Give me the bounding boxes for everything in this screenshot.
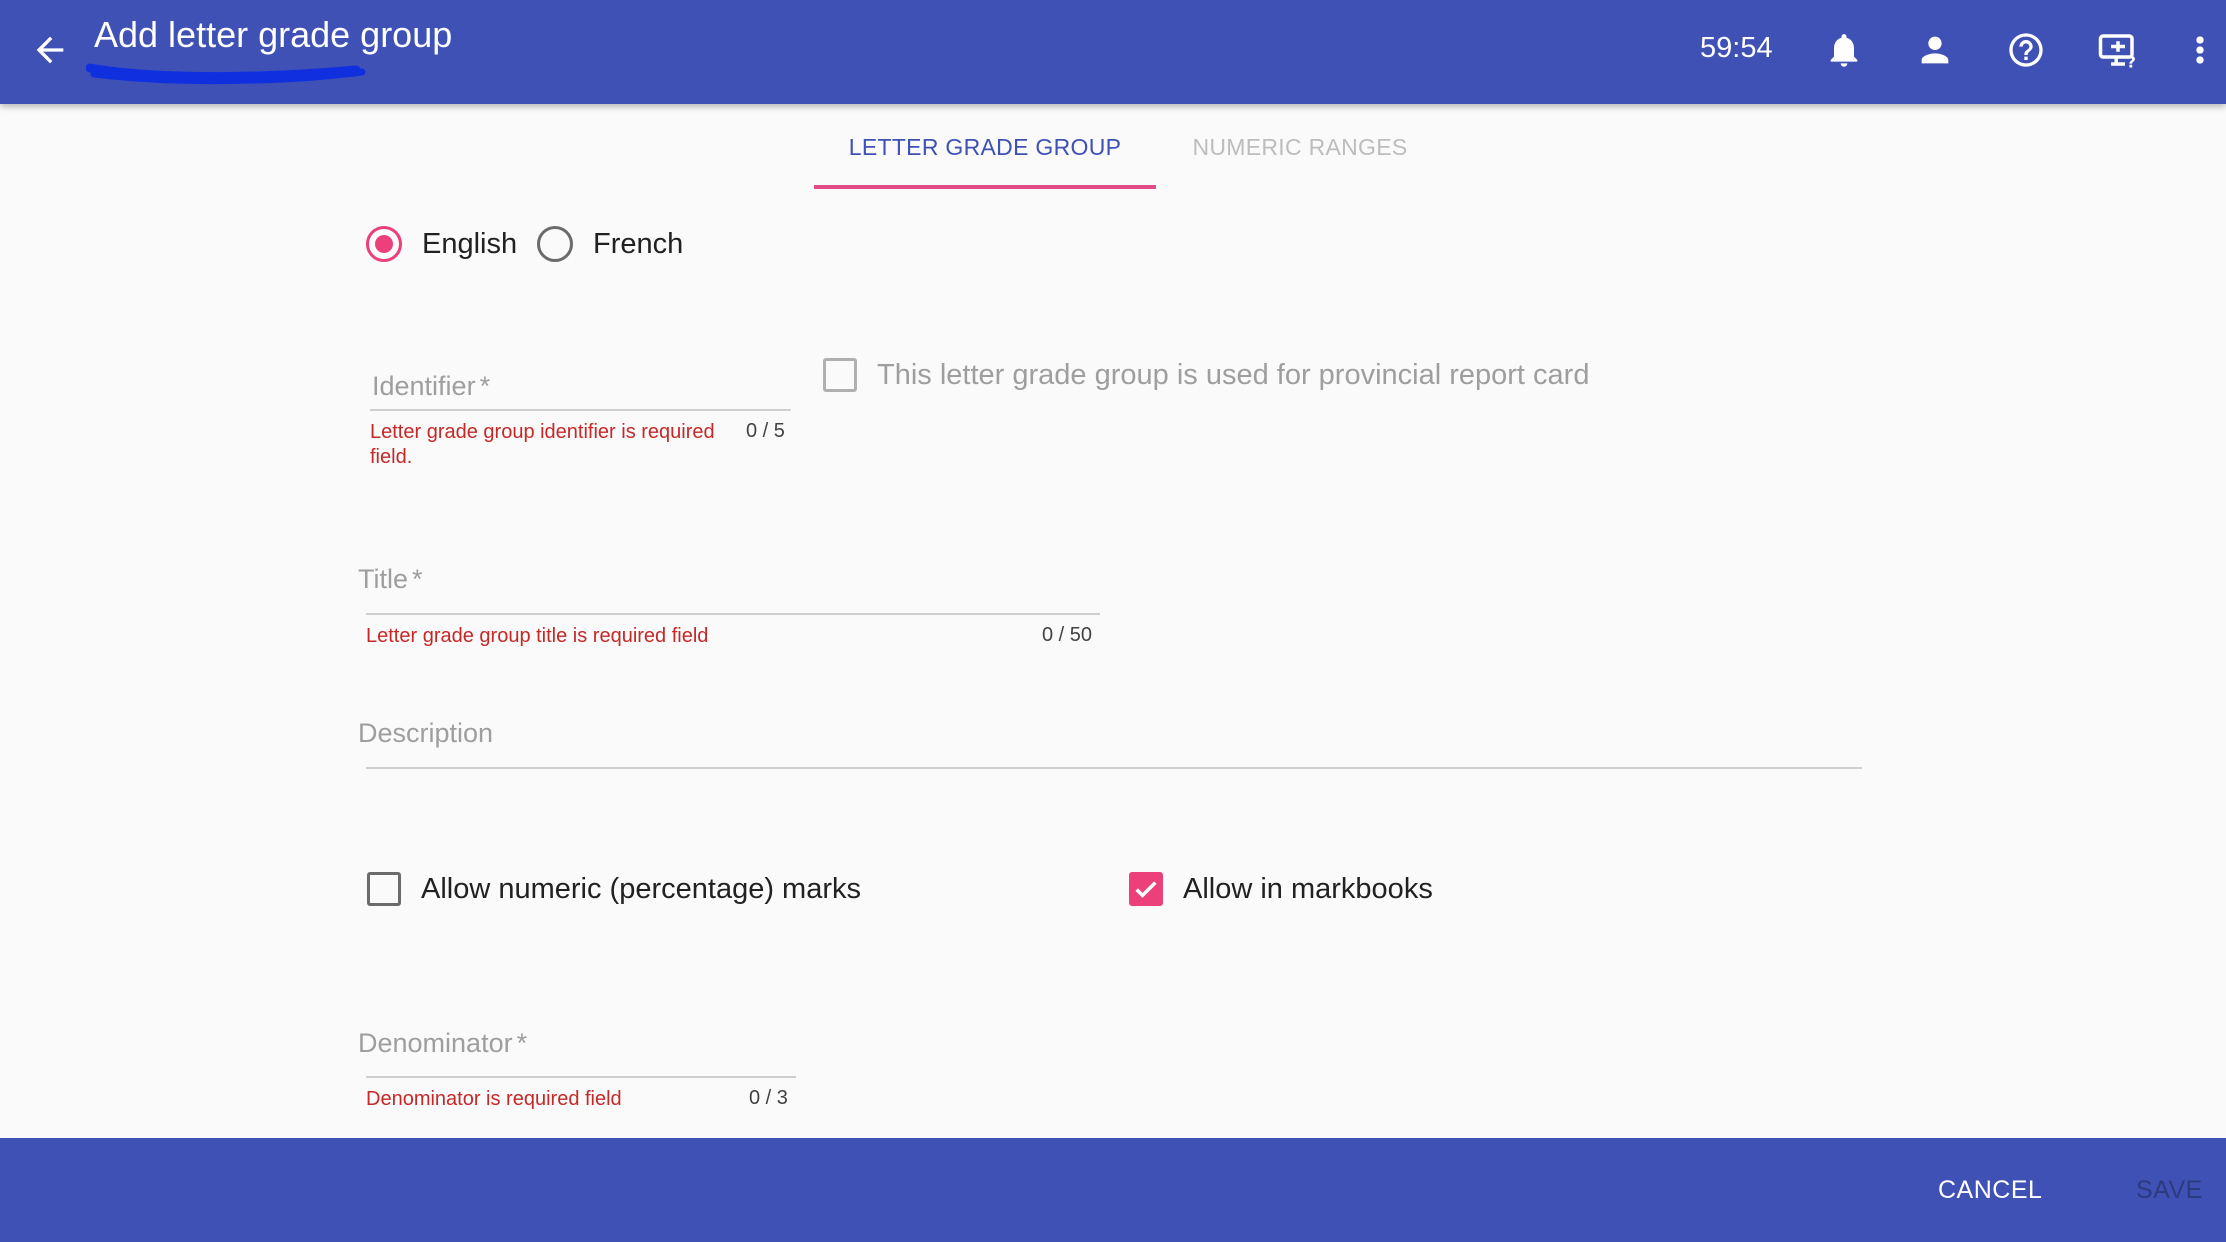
description-label: Description [358, 718, 494, 748]
radio-french-label: French [593, 227, 684, 260]
provincial-report-card-checkbox[interactable]: This letter grade group is used for prov… [823, 355, 1589, 395]
identifier-counter: 0 / 5 [746, 420, 785, 442]
monitor-help-icon: ? [2098, 34, 2136, 72]
annotation-underline [86, 63, 366, 85]
tab-letter-grade-group[interactable]: LETTER GRADE GROUP [814, 104, 1156, 190]
radio-french-indicator [537, 226, 573, 262]
provincial-report-card-box [823, 358, 857, 392]
description-underline [366, 767, 1862, 769]
help-button[interactable] [2002, 26, 2050, 74]
identifier-label: Identifier [372, 371, 476, 401]
title-underline [366, 613, 1100, 615]
account-button[interactable] [1911, 26, 1959, 74]
action-bar: CANCEL SAVE [0, 1138, 2226, 1242]
allow-in-markbooks-checkbox[interactable]: Allow in markbooks [1129, 869, 1433, 909]
cancel-button[interactable]: CANCEL [1938, 1176, 2042, 1205]
arrow-back-icon [36, 36, 64, 64]
provincial-report-card-label: This letter grade group is used for prov… [877, 358, 1590, 391]
notifications-button[interactable] [1820, 26, 1868, 74]
session-timer: 59:54 [1700, 32, 1773, 64]
identifier-required-mark: * [479, 371, 491, 401]
person-icon [1921, 36, 1949, 64]
title-label: Title [358, 564, 409, 594]
remote-support-button[interactable]: ? [2094, 26, 2142, 74]
app-toolbar: Add letter grade group 59:54 ? [0, 0, 2226, 104]
identifier-underline [370, 409, 791, 411]
more-vert-icon [2196, 36, 2204, 64]
radio-french[interactable]: French [537, 222, 683, 266]
denominator-underline [366, 1076, 796, 1078]
title-counter: 0 / 50 [1042, 624, 1093, 646]
allow-in-markbooks-box [1129, 872, 1163, 906]
identifier-error: Letter grade group identifier is require… [370, 421, 715, 468]
tab-numeric-ranges[interactable]: NUMERIC RANGES [1170, 104, 1430, 190]
back-button[interactable] [30, 30, 70, 70]
radio-english-label: English [422, 227, 518, 260]
denominator-label: Denominator [358, 1028, 513, 1058]
allow-in-markbooks-label: Allow in markbooks [1183, 872, 1433, 905]
checkmark-icon [1135, 881, 1157, 898]
title-error: Letter grade group title is required fie… [366, 625, 709, 647]
allow-numeric-marks-box [367, 872, 401, 906]
save-button[interactable]: SAVE [2136, 1176, 2203, 1205]
help-circle-icon [2009, 33, 2043, 67]
active-tab-indicator [814, 185, 1156, 189]
radio-english-indicator [366, 226, 402, 262]
more-menu-button[interactable] [2185, 26, 2215, 74]
denominator-error: Denominator is required field [366, 1088, 622, 1110]
page-title: Add letter grade group [94, 14, 453, 55]
svg-text:?: ? [2127, 53, 2136, 72]
title-required-mark: * [412, 564, 423, 594]
allow-numeric-marks-checkbox[interactable]: Allow numeric (percentage) marks [367, 869, 861, 909]
denominator-counter: 0 / 3 [749, 1087, 788, 1109]
denominator-required-mark: * [516, 1028, 528, 1058]
allow-numeric-marks-label: Allow numeric (percentage) marks [421, 872, 861, 905]
radio-english[interactable]: English [366, 222, 517, 266]
bell-icon [1830, 34, 1858, 67]
